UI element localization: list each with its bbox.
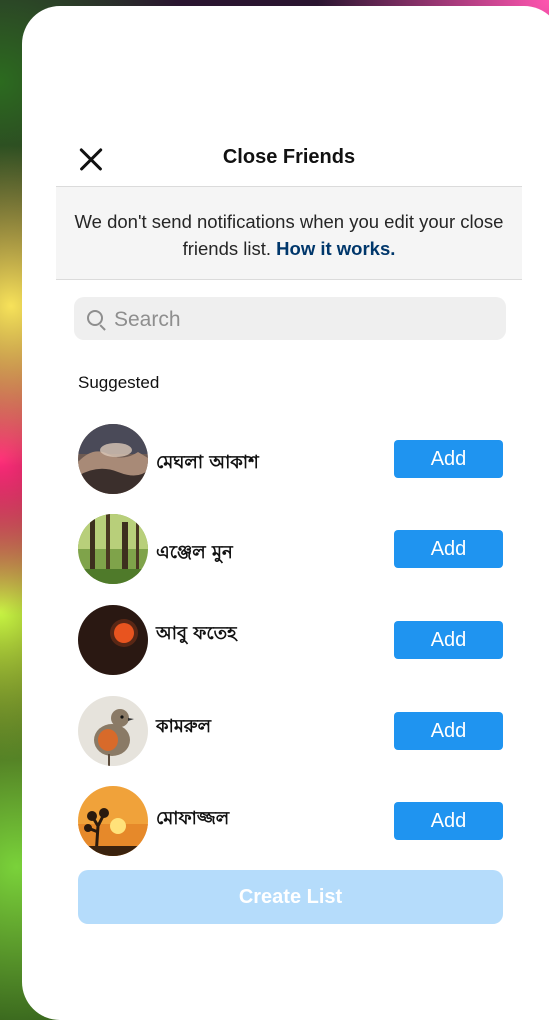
suggested-label: Suggested	[78, 373, 160, 392]
avatar[interactable]	[78, 786, 148, 856]
header: Close Friends	[56, 130, 522, 186]
friend-row: মোফাজ্জল Add	[78, 786, 508, 858]
friend-row: এঞ্জেল মুন Add	[78, 514, 508, 586]
friend-name: মেঘলা আকাশ	[156, 452, 259, 473]
search-input[interactable]	[112, 297, 496, 342]
friend-name: আবু ফতেহ	[156, 623, 237, 644]
add-button[interactable]: Add	[394, 621, 503, 659]
avatar[interactable]	[78, 605, 148, 675]
friend-name: এঞ্জেল মুন	[156, 542, 233, 563]
add-button[interactable]: Add	[394, 530, 503, 568]
search-bar[interactable]	[74, 297, 506, 342]
notification-notice: We don't send notifications when you edi…	[56, 187, 522, 279]
how-it-works-link[interactable]: How it works.	[276, 238, 395, 259]
page-title: Close Friends	[222, 146, 356, 168]
friend-row: কামরুল Add	[78, 696, 508, 768]
friend-row: আবু ফতেহ Add	[78, 605, 508, 677]
create-list-button[interactable]: Create List	[78, 870, 503, 924]
avatar[interactable]	[78, 424, 148, 494]
friend-row: মেঘলা আকাশ Add	[78, 424, 508, 496]
avatar[interactable]	[78, 696, 148, 766]
add-button[interactable]: Add	[394, 440, 503, 478]
friend-name: মোফাজ্জল	[156, 808, 230, 829]
notice-divider	[56, 279, 522, 280]
search-icon	[87, 310, 103, 326]
friend-name: কামরুল	[156, 716, 212, 737]
avatar[interactable]	[78, 514, 148, 584]
add-button[interactable]: Add	[394, 802, 503, 840]
add-button[interactable]: Add	[394, 712, 503, 750]
